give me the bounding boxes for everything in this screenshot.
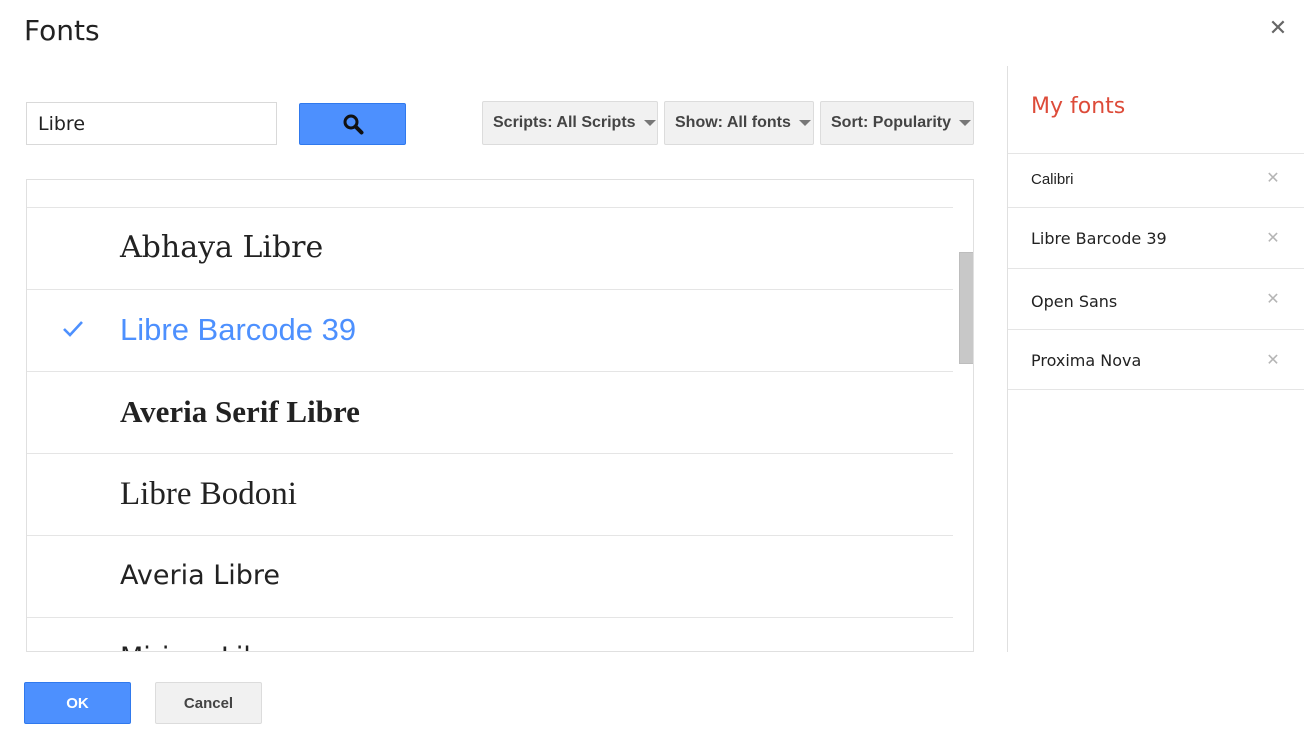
font-name: Libre Barcode 39 xyxy=(120,312,357,347)
cancel-button[interactable]: Cancel xyxy=(155,682,262,724)
font-name: Averia Libre xyxy=(120,560,281,591)
scripts-dropdown-label: Scripts: All Scripts xyxy=(493,114,636,131)
search-icon xyxy=(343,114,363,135)
show-dropdown-label: Show: All fonts xyxy=(675,114,791,131)
scrollbar-thumb[interactable] xyxy=(959,252,973,364)
my-fonts-list: Calibri ✕ Libre Barcode 39 ✕ Open Sans ✕… xyxy=(1008,153,1304,390)
font-name: Abhaya Libre xyxy=(120,230,324,265)
scrollbar-track[interactable] xyxy=(959,180,973,651)
font-row-averia-libre[interactable]: Averia Libre xyxy=(27,535,953,617)
font-row-libre-bodoni[interactable]: Libre Bodoni xyxy=(27,453,953,535)
my-font-item: Calibri ✕ xyxy=(1008,153,1304,207)
my-font-label: Open Sans xyxy=(1031,292,1118,311)
close-icon[interactable]: ✕ xyxy=(1266,14,1290,42)
font-row-libre-barcode-39[interactable]: Libre Barcode 39 xyxy=(27,289,953,371)
font-row-miriam-libre[interactable]: Miriam Libre xyxy=(27,617,953,651)
my-fonts-panel: My fonts Calibri ✕ Libre Barcode 39 ✕ Op… xyxy=(1007,66,1304,652)
my-font-label: Proxima Nova xyxy=(1031,351,1142,370)
chevron-down-icon xyxy=(959,120,972,126)
my-font-item: Open Sans ✕ xyxy=(1008,268,1304,329)
font-name: Miriam Libre xyxy=(120,618,288,651)
font-list[interactable]: Abhaya Libre Libre Barcode 39 Averia Ser… xyxy=(26,179,974,652)
font-row-abhaya-libre[interactable]: Abhaya Libre xyxy=(27,207,953,289)
my-font-label: Libre Barcode 39 xyxy=(1031,229,1167,248)
search-input[interactable] xyxy=(26,102,277,145)
sort-dropdown[interactable]: Sort: Popularity xyxy=(820,101,974,145)
chevron-down-icon xyxy=(643,120,656,126)
font-row-averia-serif-libre[interactable]: Averia Serif Libre xyxy=(27,371,953,453)
scripts-dropdown[interactable]: Scripts: All Scripts xyxy=(482,101,658,145)
my-font-item: Proxima Nova ✕ xyxy=(1008,329,1304,390)
ok-button[interactable]: OK xyxy=(24,682,131,724)
remove-icon[interactable]: ✕ xyxy=(1264,352,1282,370)
remove-icon[interactable]: ✕ xyxy=(1264,230,1282,248)
my-font-label: Calibri xyxy=(1031,171,1074,188)
font-name: Libre Bodoni xyxy=(120,476,297,512)
dialog-title: Fonts xyxy=(24,14,100,47)
my-font-item: Libre Barcode 39 ✕ xyxy=(1008,207,1304,268)
chevron-down-icon xyxy=(798,120,811,126)
remove-icon[interactable]: ✕ xyxy=(1264,170,1282,188)
search-button[interactable] xyxy=(299,103,406,145)
my-fonts-title: My fonts xyxy=(1031,94,1126,119)
show-dropdown[interactable]: Show: All fonts xyxy=(664,101,814,145)
font-name: Averia Serif Libre xyxy=(120,394,360,429)
remove-icon[interactable]: ✕ xyxy=(1264,291,1282,309)
checkmark-icon xyxy=(63,321,83,337)
sort-dropdown-label: Sort: Popularity xyxy=(831,114,952,131)
